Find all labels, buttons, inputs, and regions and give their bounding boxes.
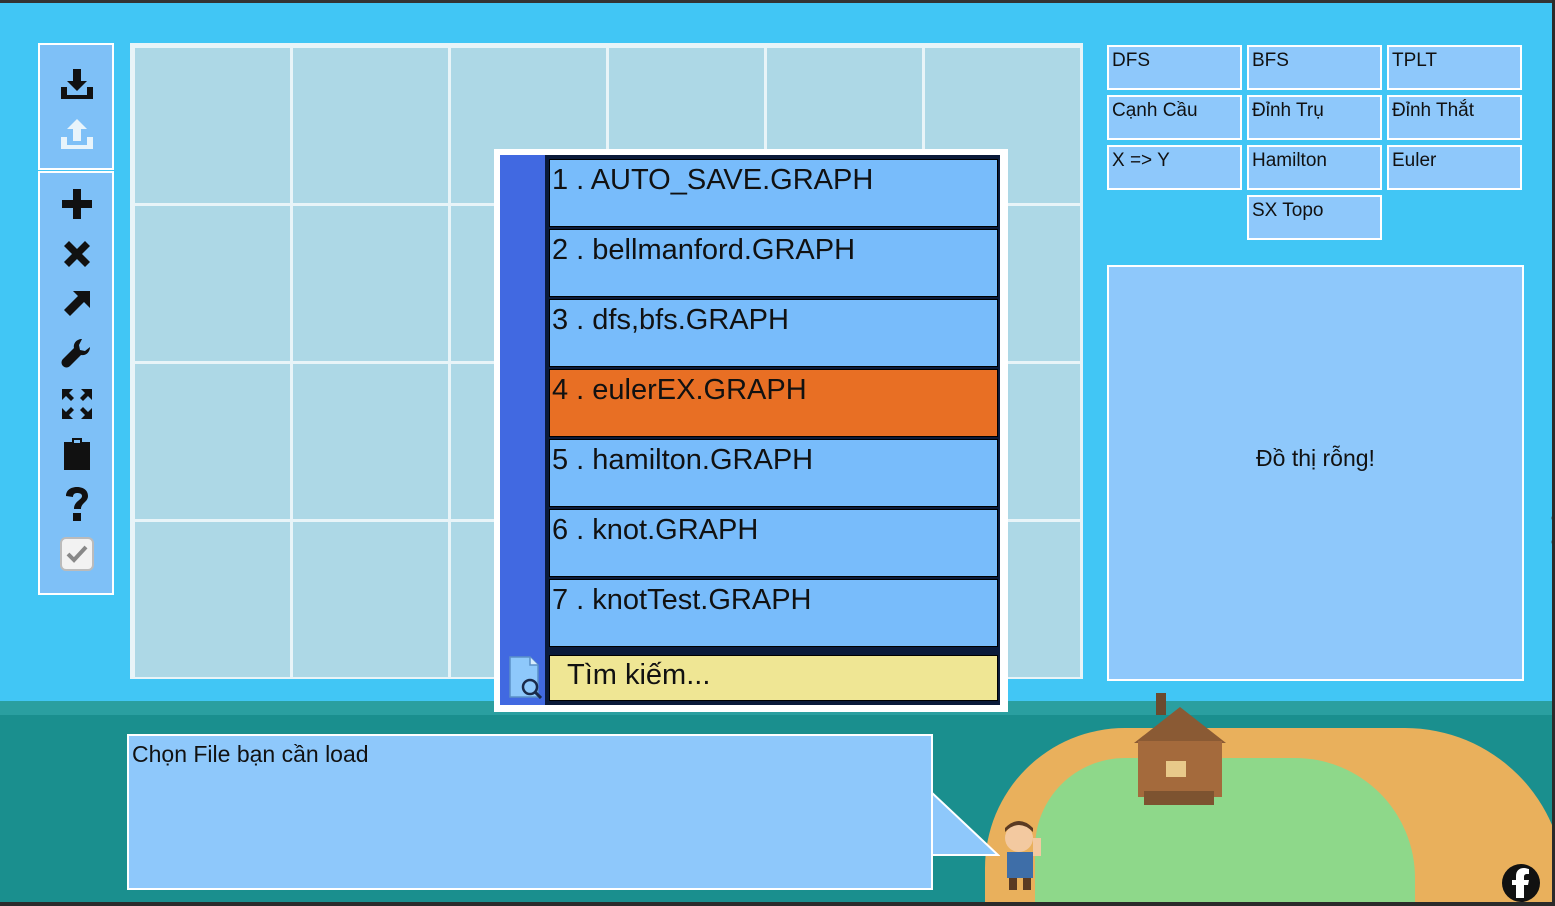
check-icon[interactable] <box>57 534 97 574</box>
wrench-icon[interactable] <box>57 334 97 374</box>
file-list-frame: 1 . AUTO_SAVE.GRAPH 2 . bellmanford.GRAP… <box>500 155 1000 705</box>
algo-button-dinh-that[interactable]: Đỉnh Thắt <box>1387 95 1522 140</box>
dialog-sidebar <box>500 155 545 705</box>
upload-icon[interactable] <box>57 114 97 154</box>
result-text: Đồ thị rỗng! <box>1256 444 1375 471</box>
algo-button-dfs[interactable]: DFS <box>1107 45 1242 90</box>
download-icon[interactable] <box>57 64 97 104</box>
expand-icon[interactable] <box>57 384 97 424</box>
algo-button-dinh-tru[interactable]: Đỉnh Trụ <box>1247 95 1382 140</box>
file-item[interactable]: 5 . hamilton.GRAPH <box>549 439 998 507</box>
arrow-icon[interactable] <box>57 284 97 324</box>
plus-icon[interactable] <box>57 184 97 224</box>
file-item-selected[interactable]: 4 . eulerEX.GRAPH <box>549 369 998 437</box>
file-item[interactable]: 3 . dfs,bfs.GRAPH <box>549 299 998 367</box>
character-icon <box>995 818 1055 898</box>
message-box: Chọn File bạn cần load <box>127 734 933 890</box>
algo-button-canh-cau[interactable]: Cạnh Cầu <box>1107 95 1242 140</box>
edit-toolbar <box>38 171 114 595</box>
algo-button-euler[interactable]: Euler <box>1387 145 1522 190</box>
question-icon[interactable] <box>57 484 97 524</box>
algo-button-tplt[interactable]: TPLT <box>1387 45 1522 90</box>
file-toolbar <box>38 43 114 170</box>
close-icon[interactable] <box>57 234 97 274</box>
house-icon <box>1130 693 1230 813</box>
edge-indicator <box>1549 513 1552 553</box>
algo-button-hamilton[interactable]: Hamilton <box>1247 145 1382 190</box>
result-panel: Đồ thị rỗng! <box>1107 265 1524 681</box>
clipboard-icon[interactable] <box>57 434 97 474</box>
facebook-icon[interactable] <box>1502 864 1540 902</box>
file-item[interactable]: 2 . bellmanford.GRAPH <box>549 229 998 297</box>
file-item[interactable]: 6 . knot.GRAPH <box>549 509 998 577</box>
file-item[interactable]: 1 . AUTO_SAVE.GRAPH <box>549 159 998 227</box>
algo-button-bfs[interactable]: BFS <box>1247 45 1382 90</box>
search-input[interactable]: Tìm kiếm... <box>549 655 998 701</box>
file-load-dialog: 1 . AUTO_SAVE.GRAPH 2 . bellmanford.GRAP… <box>494 149 1008 712</box>
algo-button-sx-topo[interactable]: SX Topo <box>1247 195 1382 240</box>
message-text: Chọn File bạn cần load <box>132 741 369 767</box>
algo-button-path[interactable]: X => Y <box>1107 145 1242 190</box>
search-file-icon <box>508 655 543 704</box>
file-item[interactable]: 7 . knotTest.GRAPH <box>549 579 998 647</box>
speech-tail <box>930 789 1000 856</box>
